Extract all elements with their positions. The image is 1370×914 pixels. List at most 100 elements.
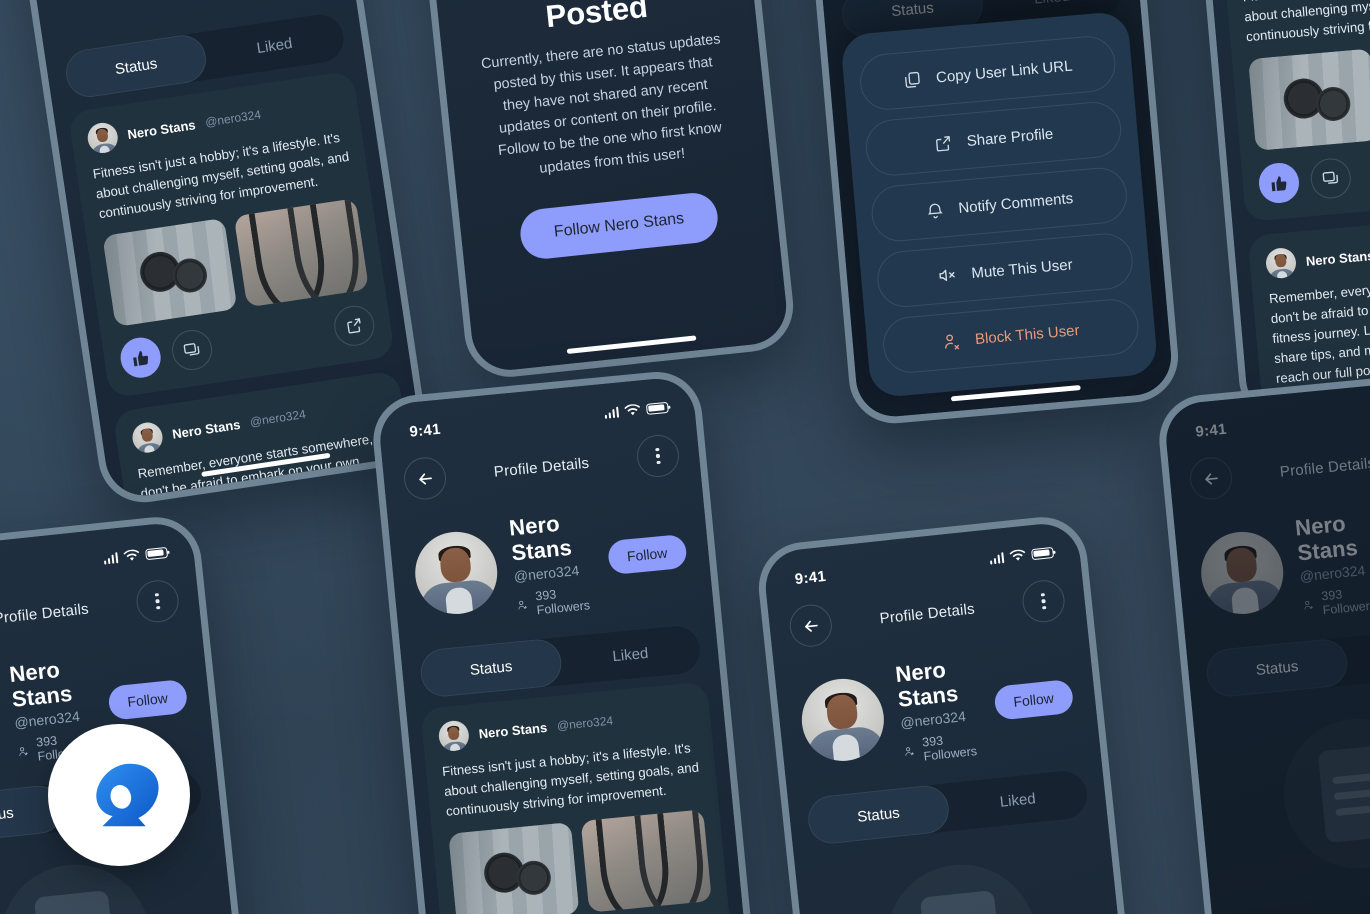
post-media[interactable] — [1248, 37, 1370, 152]
sheet-scrim[interactable] — [1162, 375, 1370, 914]
tab-status[interactable]: Status — [805, 783, 952, 846]
profile-followers: 393 Followers — [902, 730, 984, 766]
profile-header: Nero Stans @nero324 393 Followers Follow — [388, 487, 714, 641]
sheet-item-notify-comments[interactable]: Notify Comments — [869, 165, 1130, 244]
share-external-icon — [936, 135, 951, 151]
sheet-item-mute-user[interactable]: Mute This User — [875, 231, 1135, 310]
wifi-icon — [1009, 549, 1026, 561]
mute-speaker-icon — [939, 269, 956, 282]
tab-status[interactable]: Status — [418, 637, 564, 699]
avatar — [1264, 247, 1298, 280]
followers-count: 393 Followers — [921, 733, 978, 764]
gym-barbell-photo[interactable] — [448, 822, 580, 914]
post-actions — [1257, 143, 1370, 205]
back-button[interactable] — [402, 455, 448, 502]
sheet-item-share-profile[interactable]: Share Profile — [863, 99, 1124, 178]
tab-liked-label: Liked — [998, 789, 1037, 811]
follow-cta-button[interactable]: Follow Nero Stans — [517, 190, 721, 261]
profile-name: Nero Stans — [8, 656, 74, 712]
tab-status[interactable]: Status — [62, 32, 210, 101]
avatar — [411, 528, 501, 618]
phone-action-sheet-right-edge: 9:41 Profile Details Nero Stans @nero324… — [1155, 367, 1370, 914]
post-item[interactable]: Nero Stans @nero324 Fitness isn't just a… — [420, 681, 735, 914]
user-action-sheet: Copy User Link URL Share Profile Notify … — [839, 0, 1159, 399]
follow-button[interactable]: Follow — [606, 533, 688, 576]
screen: 9:41 Profile Details Nero Stans @nero324… — [1162, 375, 1370, 914]
cellular-signal-icon — [604, 406, 620, 419]
post-author-name: Nero Stans — [171, 416, 242, 442]
back-arrow-icon — [418, 472, 432, 485]
battle-ropes-photo[interactable] — [233, 198, 370, 308]
add-user-icon — [19, 747, 28, 756]
comment-button[interactable] — [1309, 156, 1353, 201]
wifi-icon — [624, 404, 641, 416]
sheet-item-label: Block This User — [974, 321, 1081, 348]
add-user-icon — [905, 747, 914, 756]
status-feed[interactable]: Nero Stans @nero324 Fitness isn't just a… — [420, 681, 743, 914]
post-author-handle: @nero324 — [556, 713, 614, 733]
copy-icon — [905, 71, 920, 88]
like-button[interactable] — [117, 335, 164, 381]
share-button[interactable] — [331, 303, 378, 349]
battery-icon — [145, 546, 169, 560]
follow-button[interactable]: Follow — [992, 678, 1075, 721]
tab-liked-label: Liked — [611, 644, 650, 665]
tab-liked[interactable]: Liked — [559, 624, 702, 685]
post-author-name: Nero Stans — [478, 719, 548, 741]
screen: 9:41 Profile Details Nero Stans @nero324 — [376, 375, 758, 914]
more-options-button[interactable] — [635, 433, 681, 479]
post-item[interactable]: Fitness isn't just a hobby; it's a lifes… — [1223, 0, 1370, 223]
status-feed[interactable]: Fitness isn't just a hobby; it's a lifes… — [1223, 0, 1370, 418]
add-user-icon — [518, 600, 527, 610]
empty-state: No Status Posted Currently, there are no… — [404, 0, 790, 374]
phone-profile-bottom-center: 9:41 Profile Details Nero Stans @nero324 — [369, 367, 765, 914]
profile-name: Nero Stans — [507, 510, 573, 566]
comment-icon — [183, 343, 200, 356]
post-media[interactable] — [448, 809, 712, 914]
more-options-button[interactable] — [134, 578, 181, 625]
screen: Fitness isn't just a hobby; it's a lifes… — [1189, 0, 1370, 420]
post-author-name: Nero Stans — [126, 116, 197, 142]
comment-button[interactable] — [169, 327, 215, 373]
avatar — [130, 420, 165, 455]
document-glyph — [33, 890, 118, 914]
post-text: Fitness isn't just a hobby; it's a lifes… — [1242, 0, 1370, 45]
tab-liked[interactable]: Liked — [946, 769, 1089, 831]
post-header: Nero Stans @nero324 — [1264, 227, 1370, 280]
post-item[interactable]: Nero Stans @nero324 Fitness isn't just a… — [67, 70, 396, 399]
follow-button[interactable]: Follow — [106, 678, 189, 721]
profile-info: Nero Stans @nero324 393 Followers — [508, 508, 597, 620]
more-options-button[interactable] — [1020, 578, 1067, 625]
wifi-icon — [123, 549, 140, 561]
post-text: Fitness isn't just a hobby; it's a lifes… — [441, 740, 700, 820]
profile-info: Nero Stans @nero324 393 Followers — [894, 654, 984, 766]
battery-icon — [1031, 546, 1055, 560]
sheet-item-label: Notify Comments — [957, 189, 1074, 217]
sheet-item-block-user[interactable]: Block This User — [880, 296, 1141, 376]
post-item[interactable]: Nero Stans @nero324 Remember, everyone s… — [1247, 211, 1370, 407]
gym-barbell-photo[interactable] — [1248, 48, 1370, 152]
page-title: Profile Details — [0, 600, 90, 627]
share-external-icon — [347, 318, 361, 334]
battery-icon — [645, 401, 669, 415]
comment-icon — [1322, 171, 1339, 185]
sheet-item-label: Mute This User — [970, 255, 1074, 282]
back-button[interactable] — [787, 602, 834, 649]
battle-ropes-photo[interactable] — [580, 809, 712, 913]
like-button[interactable] — [1257, 161, 1301, 205]
tab-liked[interactable]: Liked — [202, 11, 347, 79]
screen: 9:41 Profile Details Nero Stans @nero324 — [762, 520, 1148, 914]
document-empty-icon — [879, 857, 1044, 914]
post-author-handle: @nero324 — [204, 107, 262, 130]
phone-feed-top-left: Status Liked Nero Stans @nero324 Fitness… — [2, 0, 432, 509]
gym-barbell-photo[interactable] — [102, 218, 238, 328]
avatar — [85, 120, 120, 155]
block-user-icon — [945, 333, 960, 350]
page-title: Profile Details — [493, 454, 590, 481]
empty-state-body: Currently, there are no status updates p… — [480, 31, 723, 177]
app-logo — [48, 724, 190, 866]
more-vertical-icon — [655, 447, 661, 465]
status-feed[interactable]: Nero Stans @nero324 Fitness isn't just a… — [67, 70, 424, 501]
sheet-item-copy-link[interactable]: Copy User Link URL — [857, 33, 1118, 113]
page-title: Profile Details — [878, 600, 976, 627]
